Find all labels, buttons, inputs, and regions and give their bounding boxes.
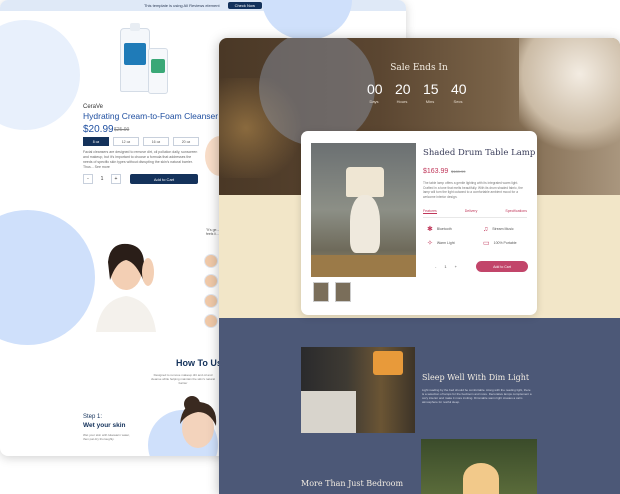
qty-value[interactable]: 1 [444, 264, 446, 269]
model-photo [96, 243, 156, 332]
avatar[interactable] [204, 314, 218, 328]
product-old-price: $189.99 [451, 169, 466, 174]
quantity-stepper: - 1 + [83, 174, 121, 184]
countdown-hours: 20 Hours [395, 81, 411, 104]
avatar[interactable] [204, 274, 218, 288]
countdown-label: Secs [453, 99, 463, 104]
product-price: $163.99 [423, 168, 449, 175]
image-thumbnails [313, 282, 351, 302]
feature-label: Stream Music [492, 227, 514, 231]
feature-item: ♫ Stream Music [483, 225, 533, 233]
feature-label: Bluetooth [436, 227, 452, 231]
qty-minus-button[interactable]: - [435, 264, 436, 269]
foreground-page-lamp-store: Sale Ends In 00 Days 20 Hours 15 Mins 40… [219, 38, 620, 494]
thumbnail[interactable] [313, 282, 329, 302]
product-tabs: Features Delivery Specifications [423, 209, 527, 218]
countdown-value: 00 [367, 81, 383, 97]
countdown-value: 40 [451, 81, 467, 97]
tab-features[interactable]: Features [423, 209, 437, 214]
decorative-blob [0, 20, 80, 130]
product-price: $20.99 [83, 124, 114, 135]
product-description: Facial cleansers are designed to remove … [83, 150, 198, 169]
lamp-product-image [311, 143, 416, 277]
countdown-label: Mins [425, 99, 435, 104]
feature-item: ▭ 100% Portable [483, 239, 533, 247]
avatar[interactable] [204, 254, 218, 268]
feature-list: ✱ Bluetooth ♫ Stream Music ✧ Warm Light ▭ 10… [427, 225, 533, 248]
bluetooth-icon: ✱ [427, 226, 433, 233]
review-snippet: "It's ge... feels li... [206, 228, 220, 236]
size-option[interactable]: 12 oz [113, 137, 139, 146]
tab-delivery[interactable]: Delivery [465, 209, 478, 214]
product-brand: CeraVe [83, 104, 104, 110]
bedroom-lamp-image [301, 347, 415, 433]
feature-item: ✧ Warm Light [427, 239, 483, 247]
qty-value[interactable]: 1 [96, 176, 108, 182]
sale-title: Sale Ends In [390, 63, 448, 73]
announcement-text: This template is using All Reviews eleme… [143, 3, 220, 8]
countdown-value: 20 [395, 81, 411, 97]
review-avatars [204, 254, 218, 328]
battery-icon: ▭ [483, 240, 490, 247]
feature-item: ✱ Bluetooth [427, 225, 483, 233]
quantity-stepper: - 1 + [435, 264, 457, 269]
decorative-blob [0, 210, 95, 345]
light-icon: ✧ [427, 240, 433, 247]
thumbnail[interactable] [335, 282, 351, 302]
decorative-blob [262, 0, 352, 40]
product-old-price: $25.99 [114, 127, 130, 133]
lamp-closeup-image [421, 439, 537, 494]
product-description: The table lamp offers a gentle lighting … [423, 181, 523, 199]
how-to-use-title: How To Us [176, 358, 222, 368]
product-card: Shaded Drum Table Lamp $163.99 $189.99 T… [301, 131, 537, 315]
add-to-cart-button[interactable]: Add to Cart [476, 261, 528, 272]
countdown-timer: 00 Days 20 Hours 15 Mins 40 Secs [367, 81, 467, 104]
navy-section [219, 318, 620, 494]
qty-plus-button[interactable]: + [455, 264, 457, 269]
feature-label: 100% Portable [493, 241, 517, 245]
add-to-cart-button[interactable]: Add to Cart [130, 174, 198, 184]
countdown-label: Hours [396, 99, 408, 104]
feature-label: Warm Light [436, 241, 455, 245]
section-title: Sleep Well With Dim Light [422, 373, 530, 382]
how-to-use-subtitle: Designed to remove makeup dirt and oil a… [151, 373, 215, 385]
step-title: Wet your skin [83, 422, 126, 429]
product-image [112, 23, 172, 96]
section-description: Light reading by the bed should be comfo… [422, 388, 532, 404]
size-option[interactable]: 8 oz [83, 137, 109, 146]
step-photo [180, 396, 217, 448]
product-title: Shaded Drum Table Lamp [423, 148, 536, 158]
music-icon: ♫ [483, 225, 489, 233]
size-selector: 8 oz 12 oz 16 oz 20 oz [83, 137, 199, 146]
size-option[interactable]: 16 oz [143, 137, 169, 146]
countdown-mins: 15 Mins [423, 81, 439, 104]
countdown-secs: 40 Secs [451, 81, 467, 104]
tab-specifications[interactable]: Specifications [505, 209, 527, 214]
product-title: Hydrating Cream-to-Foam Cleanser [83, 111, 219, 121]
countdown-value: 15 [423, 81, 439, 97]
size-option[interactable]: 20 oz [173, 137, 199, 146]
step-label: Step 1: [83, 414, 103, 420]
qty-plus-button[interactable]: + [111, 174, 121, 184]
countdown-days: 00 Days [367, 81, 383, 104]
avatar[interactable] [204, 294, 218, 308]
step-description: Wet your skin with lukewarm water, then … [83, 433, 130, 441]
qty-minus-button[interactable]: - [83, 174, 93, 184]
check-now-button[interactable]: Check Now [227, 2, 263, 9]
countdown-label: Days [369, 99, 379, 104]
section-title: More Than Just Bedroom [301, 479, 404, 488]
